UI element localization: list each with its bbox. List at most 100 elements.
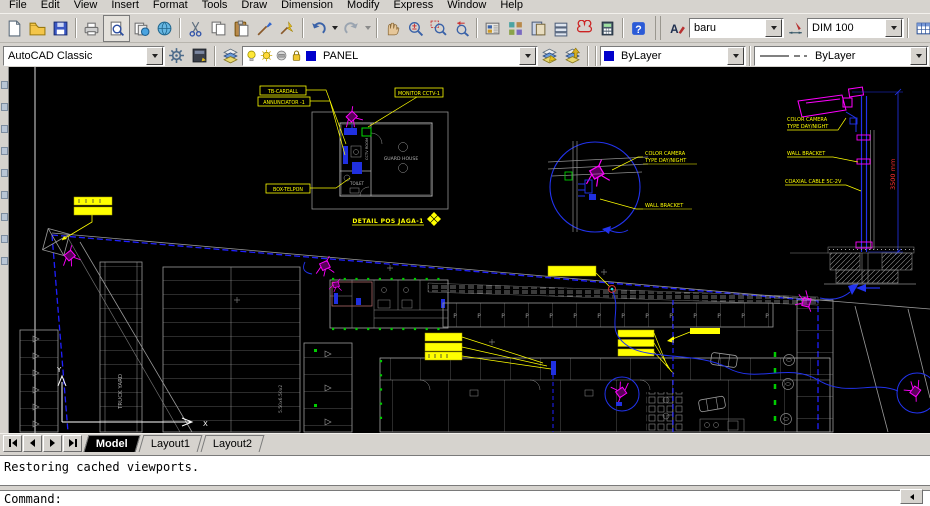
svg-text:TB-CARDALL: TB-CARDALL [267, 89, 298, 95]
pan-button[interactable] [381, 17, 404, 40]
menu-dimension[interactable]: Dimension [274, 0, 340, 13]
linetype-combo[interactable]: ByLayer [754, 45, 929, 66]
lock-icon[interactable] [290, 49, 303, 62]
freeze-icon[interactable] [260, 49, 273, 62]
toolbar-separator [587, 45, 589, 66]
block-editor-button[interactable] [276, 17, 299, 40]
design-center-icon [507, 20, 524, 37]
text-style-button[interactable] [666, 17, 689, 40]
tab-layout1[interactable]: Layout1 [138, 435, 203, 452]
redo-dropdown[interactable] [363, 17, 373, 40]
dim-style-combo[interactable]: DIM 100 [807, 18, 904, 38]
layer-combo-arrow[interactable] [519, 46, 536, 65]
plot-preview-icon [108, 20, 125, 37]
menu-edit[interactable]: Edit [34, 0, 67, 13]
menu-help[interactable]: Help [493, 0, 530, 13]
toolbar-separator [376, 18, 378, 38]
open-button[interactable] [26, 17, 49, 40]
command-scroll-left-button[interactable] [900, 489, 923, 504]
color-combo[interactable]: ByLayer [600, 45, 746, 66]
drawing-canvas[interactable]: TRUCK YARD 5.50x6.50x2 P P P P P P P P P… [9, 67, 930, 433]
cut-button[interactable] [184, 17, 207, 40]
workspace-combo-arrow[interactable] [146, 46, 163, 65]
tool-palettes-button[interactable] [527, 17, 550, 40]
table-style-button[interactable] [912, 17, 930, 40]
plot-preview-button[interactable] [103, 14, 130, 42]
zoom-previous-button[interactable] [450, 17, 473, 40]
cctv-room-label: CCTV ROOM [365, 138, 369, 160]
menu-bar: File Edit View Insert Format Tools Draw … [0, 0, 930, 13]
match-properties-button[interactable] [253, 17, 276, 40]
layer-states-button[interactable] [538, 44, 561, 67]
menu-tools[interactable]: Tools [195, 0, 235, 13]
guard-house-room-label: GUARD HOUSE [384, 156, 419, 162]
printer-icon [83, 20, 100, 37]
layer-properties-button[interactable] [219, 44, 242, 67]
layer-combo[interactable]: PANEL [242, 45, 538, 66]
menu-insert[interactable]: Insert [104, 0, 146, 13]
linetype-combo-arrow[interactable] [910, 46, 927, 65]
redo-button[interactable] [340, 17, 363, 40]
dwf-button[interactable] [153, 17, 176, 40]
styles-toolbar: baru DIM 100 [650, 16, 930, 40]
menu-view[interactable]: View [67, 0, 105, 13]
toolbar-separator [622, 18, 624, 38]
mid-stall-column [303, 342, 353, 433]
save-button[interactable] [49, 17, 72, 40]
text-style-combo[interactable]: baru [689, 18, 784, 38]
linetype-value: ByLayer [815, 49, 856, 62]
help-button[interactable] [627, 17, 650, 40]
undo-dropdown[interactable] [330, 17, 340, 40]
truck-parking-grid: 5.50x6.50x2 [162, 266, 301, 433]
plot-state-icon[interactable] [275, 49, 288, 62]
bulb-icon[interactable] [245, 49, 258, 62]
workspace-combo[interactable]: AutoCAD Classic [3, 45, 165, 66]
markup-set-manager-button[interactable] [573, 17, 596, 40]
svg-text:P: P [765, 313, 769, 320]
tab-last-button[interactable] [63, 434, 82, 452]
tab-model[interactable]: Model [83, 435, 141, 452]
make-current-icon [564, 47, 581, 64]
svg-text:TYPE DAY/NIGHT: TYPE DAY/NIGHT [786, 124, 829, 130]
zoom-window-button[interactable] [427, 17, 450, 40]
zoom-realtime-button[interactable] [404, 17, 427, 40]
tab-first-button[interactable] [3, 434, 22, 452]
zoom-window-icon [430, 20, 447, 37]
tab-previous-button[interactable] [23, 434, 42, 452]
truck-yard: TRUCK YARD [99, 261, 143, 433]
plot-button[interactable] [80, 17, 103, 40]
paste-button[interactable] [230, 17, 253, 40]
design-center-button[interactable] [504, 17, 527, 40]
tab-layout2[interactable]: Layout2 [200, 435, 265, 452]
properties-button[interactable] [481, 17, 504, 40]
undo-button[interactable] [307, 17, 330, 40]
label-box [690, 328, 720, 334]
menu-file[interactable]: File [2, 0, 34, 13]
command-history[interactable]: Restoring cached viewports. [0, 455, 930, 486]
layers-icon [222, 47, 239, 64]
menu-format[interactable]: Format [146, 0, 195, 13]
publish-button[interactable] [130, 17, 153, 40]
standard-toolbar: baru DIM 100 [0, 13, 930, 43]
workspace-settings-button[interactable] [165, 44, 188, 67]
make-layer-current-button[interactable] [561, 44, 584, 67]
west-stall-column [19, 329, 59, 433]
copy-button[interactable] [207, 17, 230, 40]
menu-window[interactable]: Window [440, 0, 493, 13]
text-style-combo-arrow[interactable] [765, 19, 782, 37]
new-button[interactable] [3, 17, 26, 40]
menu-modify[interactable]: Modify [340, 0, 386, 13]
left-toolbar-strip[interactable] [0, 67, 9, 433]
layer-states-icon [541, 47, 558, 64]
sheet-set-manager-button[interactable] [550, 17, 573, 40]
menu-express[interactable]: Express [386, 0, 440, 13]
menu-draw[interactable]: Draw [234, 0, 274, 13]
my-workspace-button[interactable] [188, 44, 211, 67]
quickcalc-button[interactable] [596, 17, 619, 40]
color-combo-arrow[interactable] [727, 46, 744, 65]
dim-style-combo-arrow[interactable] [885, 19, 902, 37]
command-input-line[interactable]: Command: [0, 490, 930, 506]
properties-icon [484, 20, 501, 37]
dim-style-button[interactable] [784, 17, 807, 40]
tab-next-button[interactable] [43, 434, 62, 452]
